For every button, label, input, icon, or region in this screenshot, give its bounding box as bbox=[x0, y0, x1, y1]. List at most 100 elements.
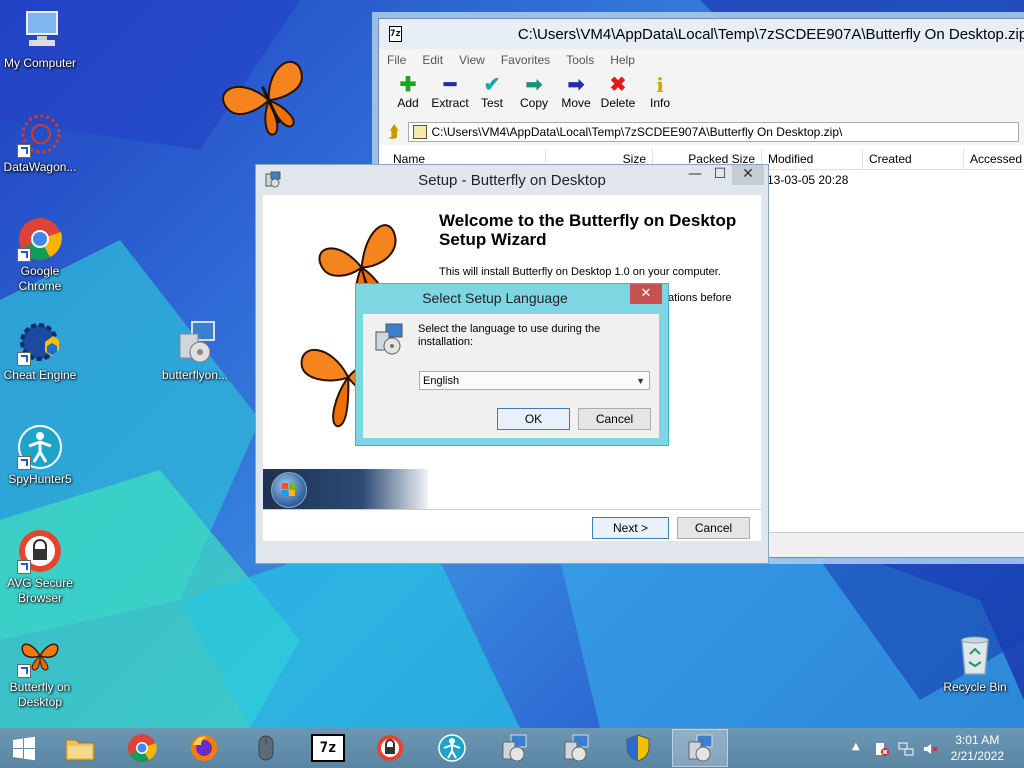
desktop-icon-avg-secure-browser[interactable]: AVG Secure Browser bbox=[0, 528, 80, 606]
system-clock[interactable]: 3:01 AM 2/21/2022 bbox=[951, 732, 1004, 764]
setup-branding-strip bbox=[263, 469, 761, 509]
clock-date: 2/21/2022 bbox=[950, 749, 1004, 763]
shortcut-arrow-icon bbox=[17, 456, 31, 470]
installer-icon bbox=[172, 320, 218, 366]
taskbar-chrome[interactable] bbox=[114, 729, 170, 767]
copy-button-label: Copy bbox=[519, 96, 548, 110]
extract-button[interactable]: ━ Extract bbox=[429, 71, 471, 110]
delete-button[interactable]: ✖ Delete bbox=[597, 71, 639, 110]
7zip-window-title: C:\Users\VM4\AppData\Local\Temp\7zSCDEE9… bbox=[517, 25, 1024, 43]
maximize-button[interactable]: ☐ bbox=[708, 165, 732, 185]
cheat-engine-icon bbox=[17, 320, 63, 366]
check-icon: ✔ bbox=[483, 74, 501, 96]
desktop-icon-my-computer[interactable]: My Computer bbox=[0, 8, 80, 71]
desktop-icon-cheat-engine[interactable]: Cheat Engine bbox=[0, 320, 80, 383]
column-created[interactable]: Created bbox=[863, 149, 964, 169]
column-modified[interactable]: Modified bbox=[762, 149, 863, 169]
desktop-icon-label: My Computer bbox=[3, 56, 77, 70]
taskbar-spyhunter[interactable] bbox=[424, 729, 480, 767]
desktop-icon-butterflyon-installer[interactable]: butterflyon... bbox=[155, 320, 235, 383]
desktop-icon-google-chrome[interactable]: Google Chrome bbox=[0, 216, 80, 294]
desktop-icon-recycle-bin[interactable]: Recycle Bin bbox=[935, 632, 1015, 695]
desktop-icon-label: AVG Secure Browser bbox=[7, 576, 73, 605]
7zip-toolbar: ✚ Add ━ Extract ✔ Test ➡ Copy ➡ Move ✖ D… bbox=[379, 71, 1024, 119]
next-button[interactable]: Next > bbox=[592, 517, 669, 539]
file-row-modified-date[interactable]: 13-03-05 20:28 bbox=[767, 173, 848, 187]
language-prompt: Select the language to use during the in… bbox=[418, 323, 601, 348]
windows-orb-icon bbox=[271, 472, 307, 508]
avg-browser-icon bbox=[377, 735, 403, 761]
menu-tools[interactable]: Tools bbox=[558, 53, 602, 67]
menu-edit[interactable]: Edit bbox=[414, 53, 451, 67]
language-cancel-button[interactable]: Cancel bbox=[578, 408, 651, 430]
action-center-icon[interactable] bbox=[874, 741, 890, 760]
windows-logo-icon bbox=[13, 736, 35, 761]
chrome-icon bbox=[17, 216, 63, 262]
language-dialog-body: Select the language to use during the in… bbox=[363, 314, 659, 438]
desktop-icon-datawagon[interactable]: DataWagon... bbox=[0, 112, 80, 175]
7zip-titlebar[interactable]: 7z C:\Users\VM4\AppData\Local\Temp\7zSCD… bbox=[379, 19, 1024, 49]
spyhunter-icon bbox=[438, 734, 466, 762]
shortcut-arrow-icon bbox=[17, 664, 31, 678]
extract-button-label: Extract bbox=[431, 96, 469, 110]
menu-file[interactable]: File bbox=[379, 53, 414, 67]
taskbar-7zip[interactable]: 7z bbox=[300, 729, 356, 767]
setup-cancel-button[interactable]: Cancel bbox=[677, 517, 750, 539]
taskbar-setup-active[interactable] bbox=[672, 729, 728, 767]
desktop-icon-label: Google Chrome bbox=[18, 264, 62, 293]
7zip-app-icon: 7z bbox=[389, 26, 402, 42]
language-dialog-titlebar[interactable]: Select Setup Language ✕ bbox=[356, 284, 668, 312]
setup-titlebar[interactable]: Setup - Butterfly on Desktop — ☐ ✕ bbox=[256, 165, 768, 195]
desktop-icon-label: Cheat Engine bbox=[3, 368, 77, 382]
install-description: This will install Butterfly on Desktop 1… bbox=[439, 266, 721, 278]
info-button[interactable]: i Info bbox=[639, 71, 681, 110]
7zip-menubar: File Edit View Favorites Tools Help bbox=[379, 49, 1024, 71]
desktop-icon-label: Recycle Bin bbox=[943, 680, 1007, 694]
select-language-dialog[interactable]: Select Setup Language ✕ Select the langu… bbox=[355, 283, 669, 446]
desktop-icon-butterfly-on-desktop[interactable]: Butterfly on Desktop bbox=[0, 632, 80, 710]
welcome-heading: Welcome to the Butterfly on Desktop Setu… bbox=[439, 211, 737, 249]
address-text: C:\Users\VM4\AppData\Local\Temp\7zSCDEE9… bbox=[431, 125, 843, 139]
show-hidden-icons-button[interactable]: ▲ bbox=[852, 741, 860, 752]
taskbar-avg-browser[interactable] bbox=[362, 729, 418, 767]
installer-icon bbox=[688, 734, 713, 762]
copy-button[interactable]: ➡ Copy bbox=[513, 71, 555, 110]
delete-button-label: Delete bbox=[600, 96, 636, 110]
taskbar-installer-2[interactable] bbox=[548, 729, 604, 767]
7zip-taskbar-icon: 7z bbox=[311, 734, 345, 762]
menu-view[interactable]: View bbox=[451, 53, 493, 67]
uac-shield-icon bbox=[626, 734, 650, 762]
ok-button[interactable]: OK bbox=[497, 408, 570, 430]
minimize-button[interactable]: — bbox=[682, 165, 708, 185]
column-accessed[interactable]: Accessed bbox=[964, 149, 1024, 169]
taskbar-uac-shield[interactable] bbox=[610, 729, 666, 767]
installer-icon bbox=[375, 323, 403, 355]
computer-icon bbox=[17, 8, 63, 54]
menu-help[interactable]: Help bbox=[602, 53, 643, 67]
network-icon[interactable] bbox=[898, 741, 914, 760]
move-button[interactable]: ➡ Move bbox=[555, 71, 597, 110]
spyhunter-icon bbox=[17, 424, 63, 470]
delete-x-icon: ✖ bbox=[609, 74, 627, 96]
close-button[interactable]: ✕ bbox=[732, 165, 764, 185]
recycle-bin-icon bbox=[952, 632, 998, 678]
language-select[interactable]: English ▼ bbox=[419, 371, 650, 390]
archive-icon bbox=[413, 125, 428, 139]
taskbar-firefox[interactable] bbox=[176, 729, 232, 767]
start-button[interactable] bbox=[0, 729, 48, 767]
installer-icon bbox=[564, 734, 589, 762]
address-field[interactable]: C:\Users\VM4\AppData\Local\Temp\7zSCDEE9… bbox=[408, 122, 1019, 142]
volume-muted-icon[interactable] bbox=[922, 741, 938, 760]
taskbar-mouse-app[interactable] bbox=[238, 729, 294, 767]
desktop-icon-label: DataWagon... bbox=[3, 160, 77, 174]
taskbar-installer-1[interactable] bbox=[486, 729, 542, 767]
test-button[interactable]: ✔ Test bbox=[471, 71, 513, 110]
desktop-icon-spyhunter5[interactable]: SpyHunter5 bbox=[0, 424, 80, 487]
menu-favorites[interactable]: Favorites bbox=[493, 53, 558, 67]
7zip-addressbar: ⮭ C:\Users\VM4\AppData\Local\Temp\7zSCDE… bbox=[379, 119, 1024, 145]
taskbar-file-explorer[interactable] bbox=[52, 729, 108, 767]
shortcut-arrow-icon bbox=[17, 248, 31, 262]
language-dialog-close-button[interactable]: ✕ bbox=[630, 284, 662, 304]
folder-up-icon[interactable]: ⮭ bbox=[389, 122, 398, 142]
add-button[interactable]: ✚ Add bbox=[387, 71, 429, 110]
